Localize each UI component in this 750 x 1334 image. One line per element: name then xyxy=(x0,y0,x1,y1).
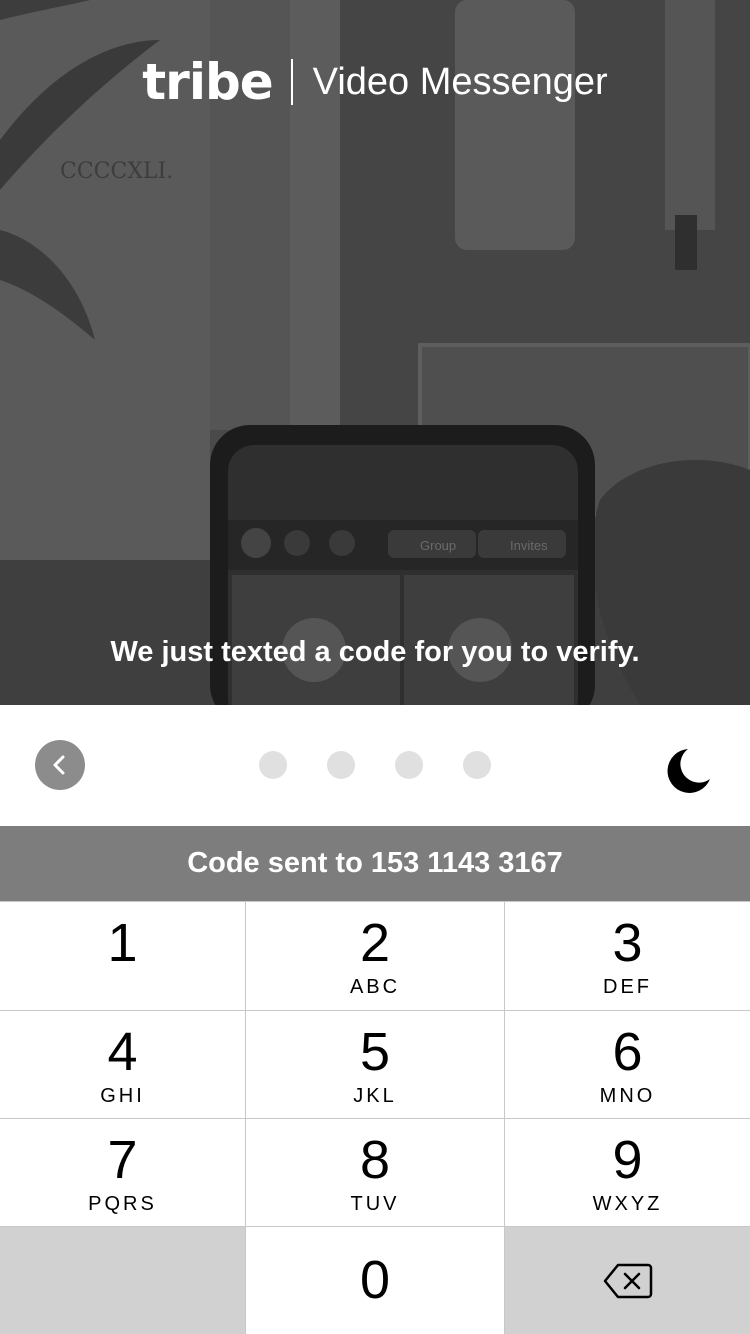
key-digit: 5 xyxy=(359,1022,391,1082)
progress-row xyxy=(0,705,750,826)
key-digit: 3 xyxy=(612,913,643,973)
key-2[interactable]: 2 ABC xyxy=(246,902,505,1011)
delete-button[interactable] xyxy=(505,1227,750,1334)
brand-divider xyxy=(290,59,293,105)
chevron-left-icon xyxy=(53,755,65,775)
key-letters: TUV xyxy=(350,1193,400,1215)
key-letters: JKL xyxy=(353,1085,397,1107)
key-letters: PQRS xyxy=(88,1193,157,1215)
key-6[interactable]: 6 MNO xyxy=(505,1011,750,1119)
brand-header: tribe Video Messenger xyxy=(0,52,750,112)
key-digit: 9 xyxy=(612,1130,643,1190)
key-digit: 1 xyxy=(107,913,138,973)
bg-chip-group: Group xyxy=(420,538,456,553)
hero-video-background: CCCCXLI. Group Invites tribe Video Messe… xyxy=(0,0,750,705)
key-letters: GHI xyxy=(100,1085,145,1107)
key-digit: 7 xyxy=(107,1130,138,1190)
brand-tagline: Video Messenger xyxy=(312,61,608,103)
backspace-icon xyxy=(603,1263,652,1299)
bg-chip-invites: Invites xyxy=(510,538,548,553)
key-empty xyxy=(0,1227,246,1334)
bg-roman-text: CCCCXLI. xyxy=(60,159,173,184)
theme-toggle-button[interactable] xyxy=(664,745,712,793)
code-dot xyxy=(327,751,355,779)
numeric-keypad: 1 2 ABC 3 DEF 4 GHI 5 JKL 6 MNO 7 PQRS 8… xyxy=(0,901,750,1334)
key-digit: 0 xyxy=(359,1250,391,1310)
code-progress-dots xyxy=(259,751,491,779)
key-letters: DEF xyxy=(603,976,652,998)
key-digit: 4 xyxy=(107,1022,138,1082)
key-5[interactable]: 5 JKL xyxy=(246,1011,505,1119)
key-3[interactable]: 3 DEF xyxy=(505,902,750,1011)
moon-icon xyxy=(667,749,710,793)
key-letters: WXYZ xyxy=(592,1193,663,1215)
key-1[interactable]: 1 xyxy=(0,902,246,1011)
key-8[interactable]: 8 TUV xyxy=(246,1119,505,1227)
tribe-logo: tribe xyxy=(142,53,273,111)
key-letters: MNO xyxy=(599,1085,656,1107)
key-7[interactable]: 7 PQRS xyxy=(0,1119,246,1227)
key-0[interactable]: 0 xyxy=(246,1227,505,1334)
code-sent-banner: Code sent to 153 1143 3167 xyxy=(0,826,750,901)
key-letters: ABC xyxy=(349,976,401,998)
key-9[interactable]: 9 WXYZ xyxy=(505,1119,750,1227)
code-dot xyxy=(259,751,287,779)
back-button[interactable] xyxy=(35,740,85,790)
key-digit: 2 xyxy=(359,913,391,973)
key-digit: 8 xyxy=(359,1130,391,1190)
verify-message: We just texted a code for you to verify. xyxy=(110,636,640,668)
key-digit: 6 xyxy=(612,1022,643,1082)
key-4[interactable]: 4 GHI xyxy=(0,1011,246,1119)
code-dot xyxy=(463,751,491,779)
code-dot xyxy=(395,751,423,779)
